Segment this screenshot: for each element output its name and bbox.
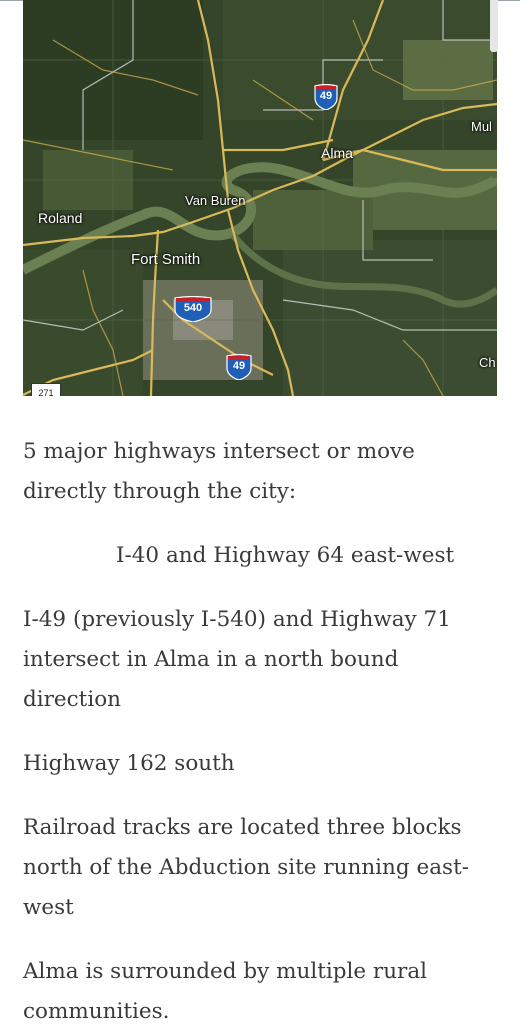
map-imagery — [23, 0, 497, 396]
intro-paragraph: 5 major highways intersect or move direc… — [23, 439, 415, 504]
map-label-van-buren: Van Buren — [185, 193, 246, 208]
interstate-49-north-shield: 49 — [314, 84, 338, 110]
interstate-540-shield: 540 — [174, 296, 212, 322]
rural-communities-paragraph: Alma is surrounded by multiple rural com… — [23, 959, 428, 1024]
map-label-alma: Alma — [321, 145, 353, 161]
map-label-mul: Mul — [471, 119, 492, 134]
map-label-fort-smith: Fort Smith — [131, 251, 201, 268]
railroad-paragraph: Railroad tracks are located three blocks… — [23, 815, 469, 920]
map-label-roland: Roland — [38, 210, 83, 226]
satellite-map[interactable]: Roland Van Buren Fort Smith Alma Mul Ch … — [23, 0, 497, 396]
scrollbar-thumb[interactable] — [490, 0, 498, 52]
i49-paragraph: I-49 (previously I-540) and Highway 71 i… — [23, 607, 451, 712]
interstate-49-south-shield: 49 — [226, 354, 252, 380]
i40-paragraph: I-40 and Highway 64 east-west — [116, 543, 455, 568]
map-label-ch: Ch — [479, 355, 496, 370]
us-271-shield: 271 — [31, 383, 61, 396]
highway-162-paragraph: Highway 162 south — [23, 751, 235, 776]
